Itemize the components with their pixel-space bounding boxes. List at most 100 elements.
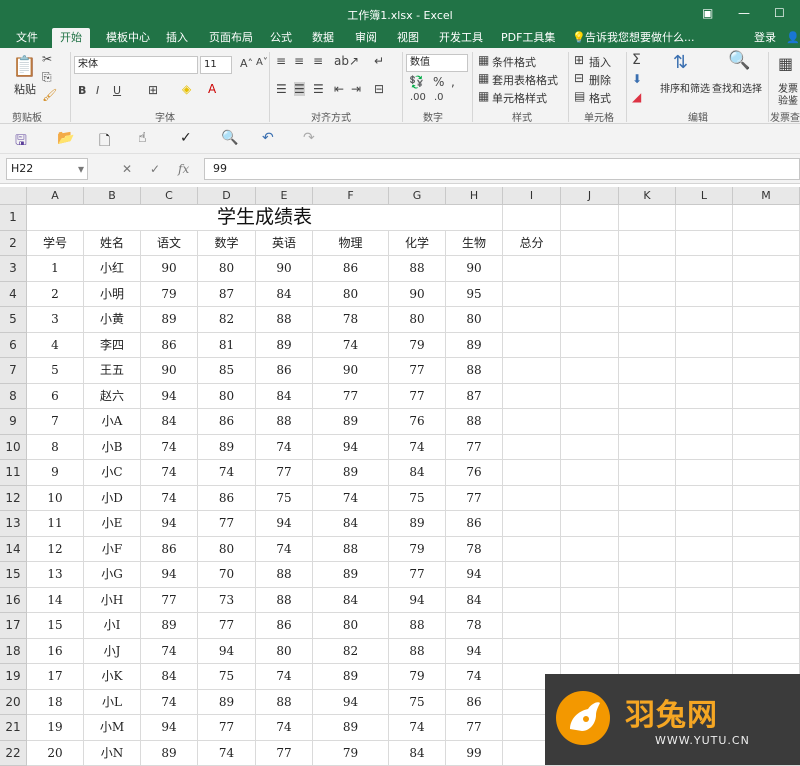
data-cell[interactable]: 74 [256, 435, 313, 461]
ribbon-display-icon[interactable]: ▣ [702, 6, 713, 20]
format-painter-icon[interactable]: 🖌 [42, 88, 57, 102]
cell[interactable] [503, 460, 561, 486]
tab-developer[interactable]: 开发工具 [431, 28, 491, 48]
data-cell[interactable]: 75 [389, 690, 446, 716]
data-cell[interactable]: 74 [141, 435, 198, 461]
data-cell[interactable]: 86 [141, 333, 198, 359]
data-cell[interactable]: 94 [313, 435, 389, 461]
cell[interactable] [733, 639, 800, 665]
cell[interactable] [733, 613, 800, 639]
data-cell[interactable]: 89 [198, 690, 256, 716]
cut-icon[interactable]: ✂ [42, 52, 52, 66]
data-cell[interactable]: 94 [446, 562, 503, 588]
data-cell[interactable]: 94 [256, 511, 313, 537]
row-header[interactable]: 17 [0, 613, 27, 639]
data-cell[interactable]: 74 [141, 486, 198, 512]
tab-data[interactable]: 数据 [304, 28, 342, 48]
column-title-cell[interactable]: 生物 [446, 231, 503, 257]
student-name-cell[interactable]: 小E [84, 511, 141, 537]
data-cell[interactable]: 80 [198, 256, 256, 282]
student-name-cell[interactable]: 小L [84, 690, 141, 716]
data-cell[interactable]: 9 [27, 460, 84, 486]
student-name-cell[interactable]: 小I [84, 613, 141, 639]
cancel-icon[interactable]: ✕ [122, 162, 132, 176]
grow-font-icon[interactable]: A˄ [240, 57, 253, 70]
data-cell[interactable]: 88 [256, 409, 313, 435]
column-header-A[interactable]: A [27, 187, 84, 205]
tab-formulas[interactable]: 公式 [262, 28, 300, 48]
row-header[interactable]: 15 [0, 562, 27, 588]
cell[interactable] [733, 307, 800, 333]
cell[interactable] [619, 231, 676, 257]
italic-button[interactable]: I [96, 84, 99, 97]
cell[interactable] [676, 613, 733, 639]
invoice-check-icon[interactable]: ▦ [778, 54, 793, 73]
cell[interactable] [503, 435, 561, 461]
cell[interactable] [733, 486, 800, 512]
data-cell[interactable]: 74 [141, 690, 198, 716]
borders-icon[interactable]: ⊞ [148, 83, 158, 97]
cell[interactable] [503, 639, 561, 665]
student-name-cell[interactable]: 小G [84, 562, 141, 588]
data-cell[interactable]: 84 [313, 511, 389, 537]
data-cell[interactable]: 89 [389, 511, 446, 537]
data-cell[interactable]: 88 [389, 639, 446, 665]
data-cell[interactable]: 94 [389, 588, 446, 614]
data-cell[interactable]: 81 [198, 333, 256, 359]
row-header[interactable]: 20 [0, 690, 27, 716]
percent-icon[interactable]: % [433, 75, 444, 89]
cell[interactable] [561, 486, 619, 512]
row-header[interactable]: 19 [0, 664, 27, 690]
font-color-icon[interactable]: A [208, 82, 216, 96]
column-header-M[interactable]: M [733, 187, 800, 205]
cell[interactable] [676, 333, 733, 359]
increase-indent-icon[interactable]: ⇥ [351, 82, 361, 96]
student-name-cell[interactable]: 小M [84, 715, 141, 741]
data-cell[interactable]: 77 [446, 435, 503, 461]
account-icon[interactable]: 👤 [786, 28, 800, 48]
conditional-format-icon[interactable]: ▦ [478, 53, 489, 67]
cell[interactable] [733, 562, 800, 588]
student-name-cell[interactable]: 李四 [84, 333, 141, 359]
enter-icon[interactable]: ✓ [150, 162, 160, 176]
tab-pdf-tools[interactable]: PDF工具集 [493, 28, 563, 48]
fill-icon[interactable]: ⬇ [632, 72, 642, 86]
format-as-table-button[interactable]: 套用表格格式 [492, 72, 558, 88]
align-center-icon[interactable]: ☰ [294, 82, 305, 96]
data-cell[interactable]: 86 [198, 486, 256, 512]
font-name-select[interactable]: 宋体 [74, 56, 198, 74]
cell[interactable] [561, 205, 619, 231]
cell[interactable] [561, 307, 619, 333]
currency-icon[interactable]: 💱 [409, 75, 424, 89]
data-cell[interactable]: 7 [27, 409, 84, 435]
cell[interactable] [733, 384, 800, 410]
student-name-cell[interactable]: 小H [84, 588, 141, 614]
data-cell[interactable]: 74 [141, 639, 198, 665]
maximize-icon[interactable]: ☐ [774, 6, 785, 20]
formula-input[interactable]: 99 [204, 158, 800, 180]
data-cell[interactable]: 78 [313, 307, 389, 333]
data-cell[interactable]: 77 [198, 613, 256, 639]
data-cell[interactable]: 84 [389, 741, 446, 766]
cell[interactable] [619, 282, 676, 308]
cell[interactable] [619, 511, 676, 537]
column-title-cell[interactable]: 英语 [256, 231, 313, 257]
column-header-F[interactable]: F [313, 187, 389, 205]
cell[interactable] [503, 256, 561, 282]
font-size-select[interactable]: 11 [200, 56, 232, 74]
data-cell[interactable]: 77 [256, 741, 313, 766]
undo-icon[interactable]: ↶ [262, 130, 274, 146]
cell[interactable] [561, 256, 619, 282]
data-cell[interactable]: 89 [313, 409, 389, 435]
row-header[interactable]: 12 [0, 486, 27, 512]
cell[interactable] [676, 639, 733, 665]
column-header-C[interactable]: C [141, 187, 198, 205]
data-cell[interactable]: 89 [313, 562, 389, 588]
cell[interactable] [561, 282, 619, 308]
cell[interactable] [561, 511, 619, 537]
data-cell[interactable]: 8 [27, 435, 84, 461]
cell[interactable] [619, 537, 676, 563]
cell[interactable] [733, 588, 800, 614]
data-cell[interactable]: 88 [446, 409, 503, 435]
cell[interactable] [733, 282, 800, 308]
